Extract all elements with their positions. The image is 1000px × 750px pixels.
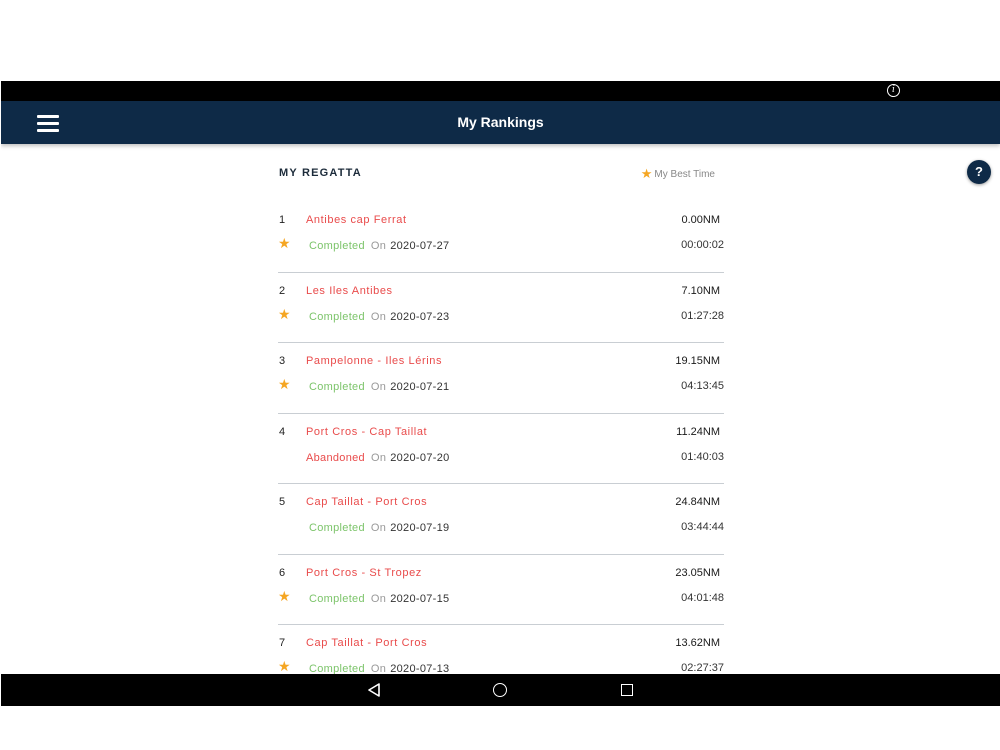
best-time-star-icon: ★ [278, 659, 291, 674]
regatta-row[interactable]: 7 Cap Taillat - Port Cros 13.62NM ★ Complete… [278, 625, 724, 674]
distance-value: 0.00NM [681, 214, 720, 226]
regatta-name-link[interactable]: Pampelonne - Iles Lérins [306, 355, 442, 367]
regatta-row[interactable]: 2 Les Iles Antibes 7.10NM ★ Completed On 2020-… [278, 273, 724, 343]
date-value: 2020-07-13 [390, 663, 450, 674]
regatta-row[interactable]: 3 Pampelonne - Iles Lérins 19.15NM ★ Complet… [278, 343, 724, 414]
status-label: Completed [309, 663, 365, 674]
status-label: Completed [309, 522, 365, 534]
duration-value: 04:01:48 [681, 591, 724, 604]
date-value: 2020-07-20 [390, 451, 450, 464]
rankings-content: MY REGATTA ★ My Best Time 1 Antibes cap F… [278, 144, 724, 674]
rank-number: 3 [279, 355, 286, 367]
hamburger-menu-icon[interactable] [35, 113, 61, 133]
app-bar: My Rankings [1, 101, 1000, 144]
recents-icon[interactable] [621, 684, 633, 696]
best-time-star-icon: ★ [278, 588, 291, 605]
best-time-label: My Best Time [654, 168, 715, 180]
menu-line [37, 115, 59, 118]
distance-value: 23.05NM [675, 566, 720, 579]
on-label: On [370, 592, 387, 605]
duration-value: 00:00:02 [681, 239, 724, 251]
distance-value: 19.15NM [675, 355, 720, 367]
duration-value: 04:13:45 [681, 380, 724, 392]
status-text: Completed On 2020-07-27 [309, 240, 449, 252]
distance-value: 13.62NM [675, 637, 720, 649]
status-label: Abandoned [306, 451, 365, 464]
status-label: Completed [309, 240, 365, 252]
distance-value: 11.24NM [676, 425, 720, 438]
regatta-name-link[interactable]: Les Iles Antibes [306, 285, 393, 297]
best-time-legend: ★ My Best Time [641, 166, 715, 182]
menu-line [37, 122, 59, 125]
section-header: MY REGATTA ★ My Best Time [278, 144, 724, 202]
date-value: 2020-07-23 [390, 310, 450, 323]
on-label: On [370, 310, 387, 323]
duration-value: 02:27:37 [681, 662, 724, 674]
duration-value: 03:44:44 [681, 521, 724, 533]
device-screen: i My Rankings ? MY REGATTA ★ My Best Tim… [1, 81, 1000, 706]
status-text: Abandoned On 2020-07-20 [306, 452, 450, 464]
help-button[interactable]: ? [967, 160, 991, 184]
status-label: Completed [309, 592, 365, 605]
rank-number: 2 [279, 284, 286, 297]
rank-number: 6 [279, 566, 286, 579]
regatta-row[interactable]: 4 Port Cros - Cap Taillat 11.24NM Abandoned… [278, 414, 724, 484]
status-text: Completed On 2020-07-19 [309, 522, 449, 534]
regatta-list: 1 Antibes cap Ferrat 0.00NM ★ Completed On 202… [278, 202, 724, 674]
distance-value: 7.10NM [681, 284, 720, 297]
rank-number: 5 [279, 496, 286, 508]
rank-number: 4 [279, 425, 286, 438]
best-time-star-icon: ★ [278, 306, 291, 323]
regatta-name-link[interactable]: Port Cros - Cap Taillat [306, 426, 427, 438]
section-title: MY REGATTA [279, 167, 362, 179]
back-icon[interactable] [367, 683, 381, 697]
duration-value: 01:40:03 [681, 450, 724, 463]
menu-line [37, 129, 59, 132]
duration-value: 01:27:28 [681, 309, 724, 322]
rank-number: 1 [279, 214, 286, 226]
rank-number: 7 [279, 637, 286, 649]
regatta-name-link[interactable]: Cap Taillat - Port Cros [306, 496, 427, 508]
regatta-row[interactable]: 6 Port Cros - St Tropez 23.05NM ★ Completed O… [278, 555, 724, 625]
date-value: 2020-07-19 [390, 522, 450, 534]
regatta-name-link[interactable]: Cap Taillat - Port Cros [306, 637, 427, 649]
status-bar: i [1, 81, 1000, 101]
regatta-row[interactable]: 1 Antibes cap Ferrat 0.00NM ★ Completed On 202… [278, 202, 724, 273]
date-value: 2020-07-21 [390, 381, 450, 393]
on-label: On [370, 663, 387, 674]
status-text: Completed On 2020-07-23 [309, 311, 449, 323]
status-label: Completed [309, 310, 365, 323]
info-icon: i [887, 84, 900, 97]
status-label: Completed [309, 381, 365, 393]
on-label: On [370, 381, 387, 393]
regatta-name-link[interactable]: Antibes cap Ferrat [306, 214, 407, 226]
status-text: Completed On 2020-07-15 [309, 593, 449, 605]
date-value: 2020-07-15 [390, 592, 450, 605]
system-nav-bar [1, 674, 1000, 706]
best-time-star-icon: ★ [278, 236, 291, 252]
on-label: On [370, 522, 387, 534]
date-value: 2020-07-27 [390, 240, 450, 252]
best-time-star-icon: ★ [278, 377, 291, 393]
on-label: On [370, 451, 387, 464]
page-title: My Rankings [457, 114, 544, 130]
on-label: On [370, 240, 387, 252]
star-icon: ★ [640, 166, 653, 181]
status-text: Completed On 2020-07-13 [309, 663, 449, 674]
regatta-name-link[interactable]: Port Cros - St Tropez [306, 567, 422, 579]
home-icon[interactable] [493, 683, 507, 697]
distance-value: 24.84NM [675, 496, 720, 508]
regatta-row[interactable]: 5 Cap Taillat - Port Cros 24.84NM Completed… [278, 484, 724, 555]
status-text: Completed On 2020-07-21 [309, 381, 449, 393]
